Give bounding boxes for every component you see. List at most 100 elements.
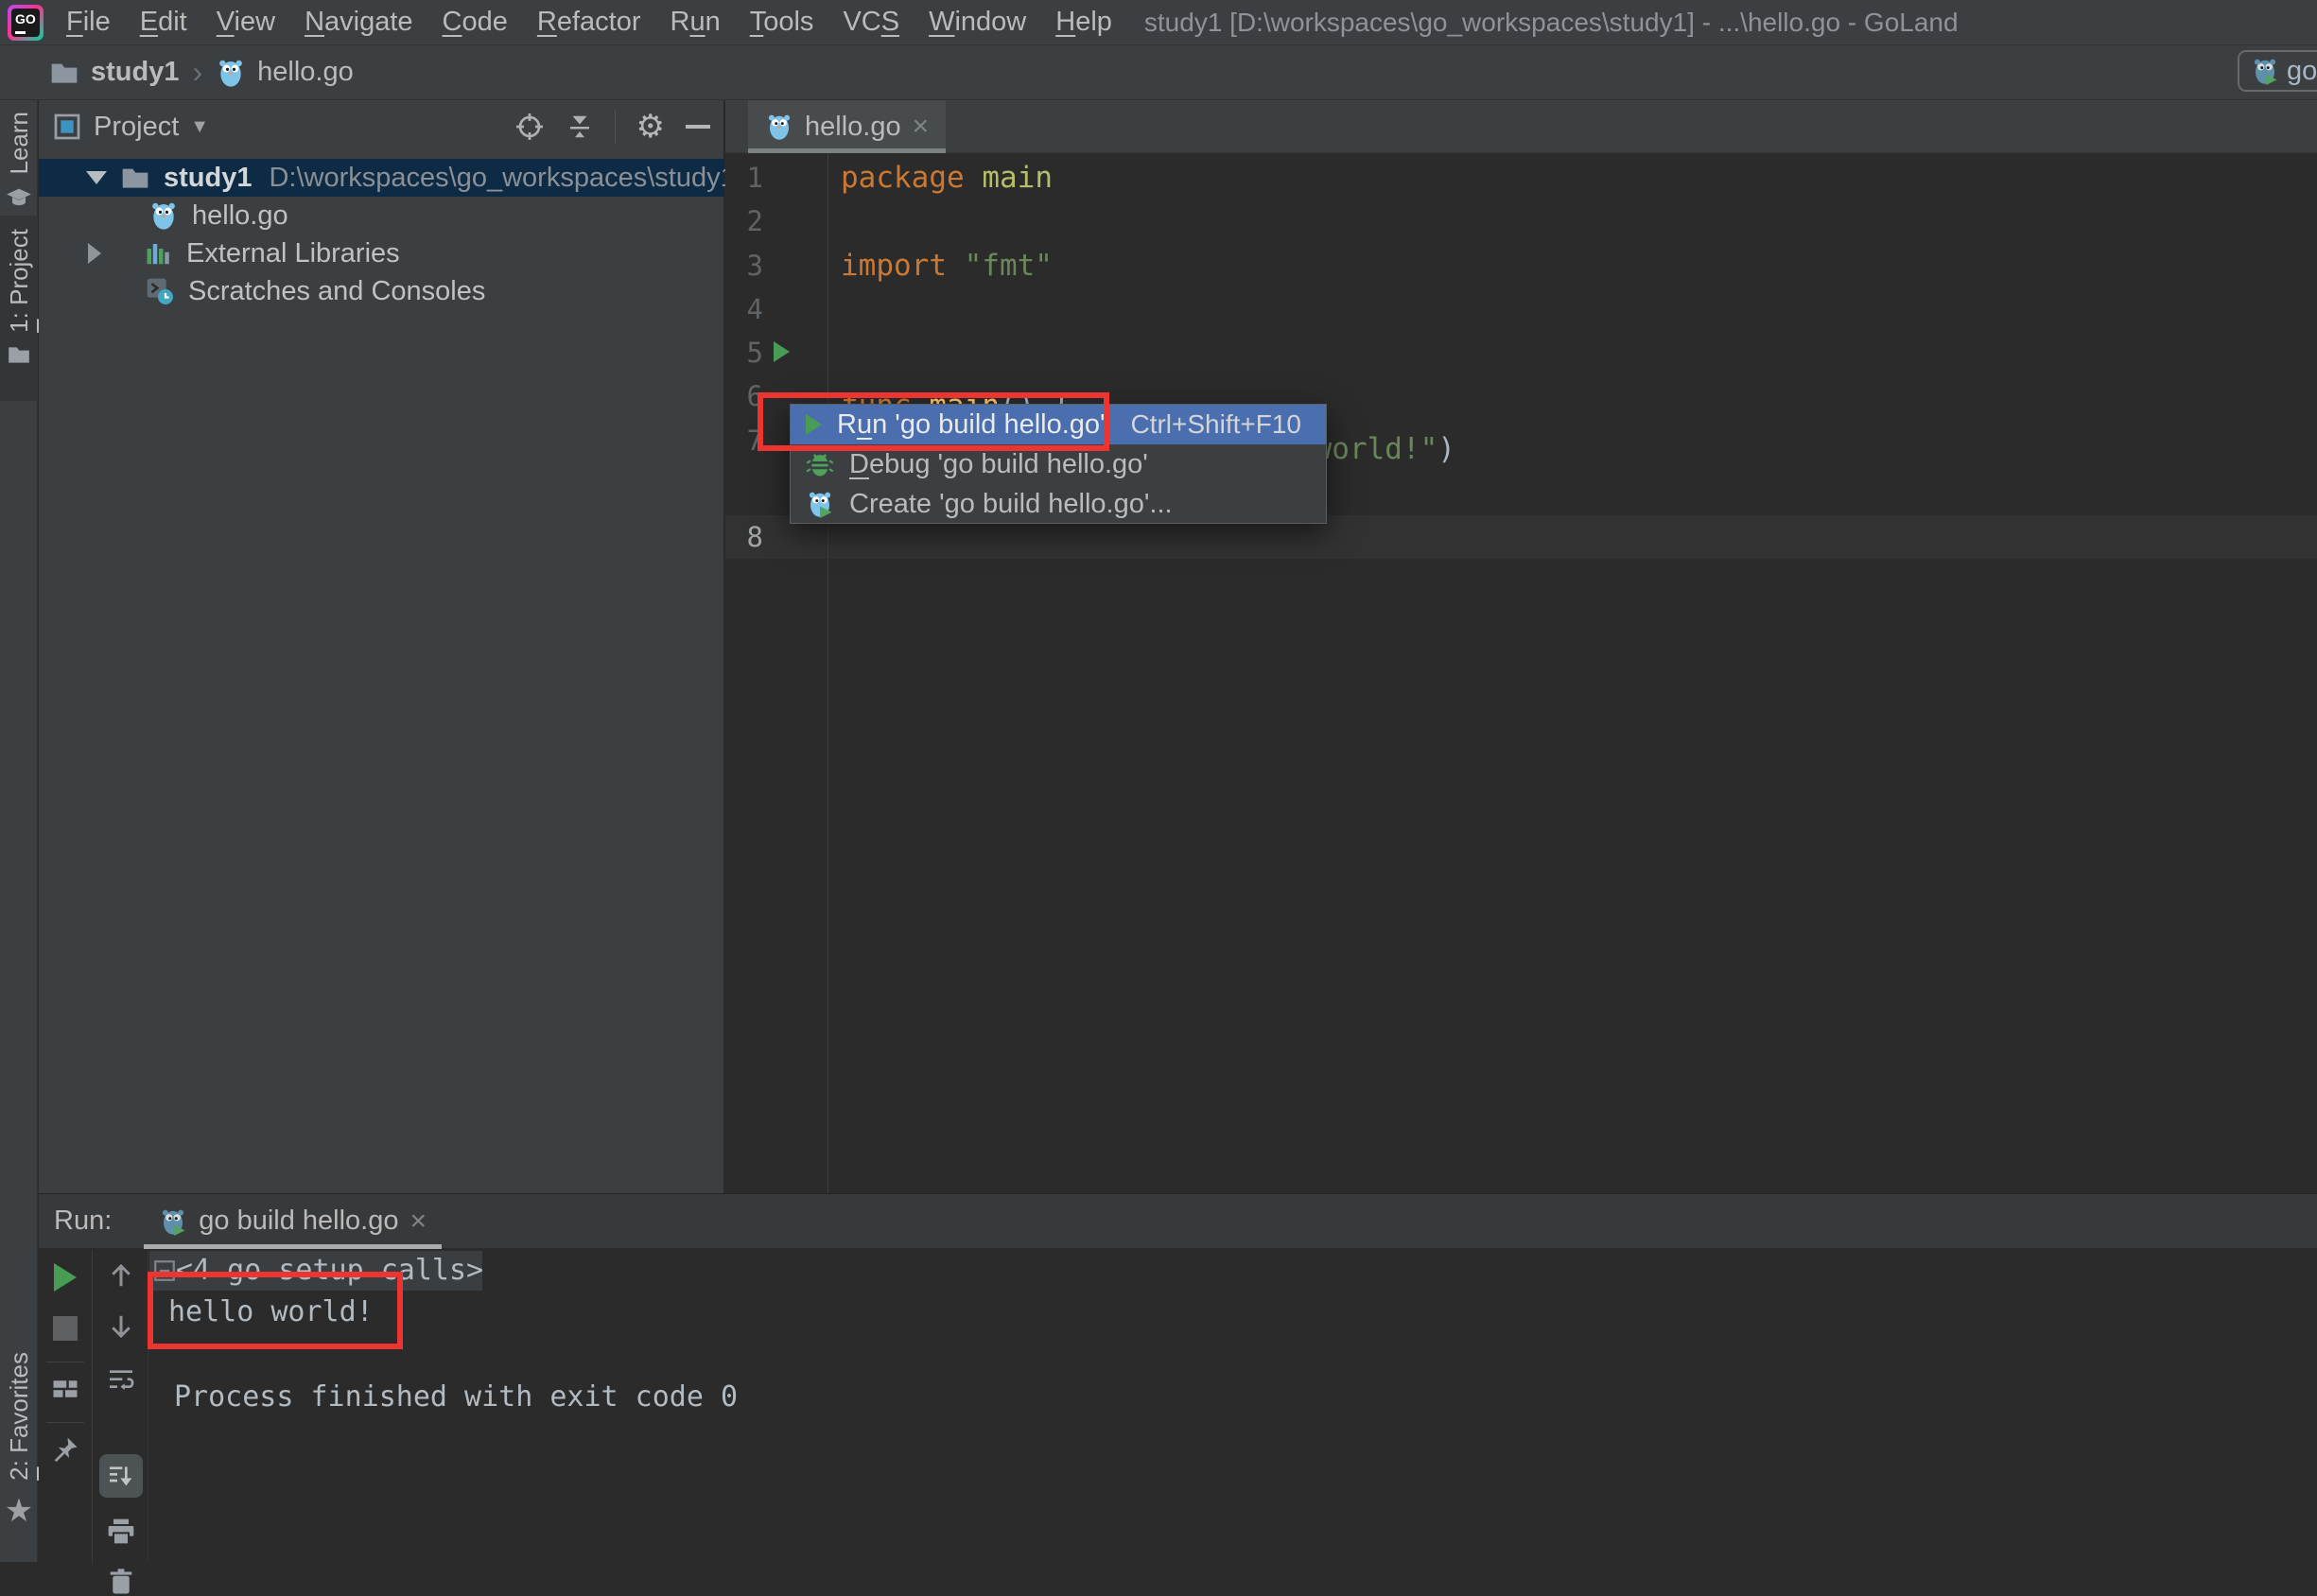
tree-file-label: hello.go: [192, 200, 288, 231]
up-stack-trace-icon[interactable]: [107, 1261, 135, 1290]
print-icon[interactable]: [106, 1517, 136, 1547]
hide-panel-icon[interactable]: [686, 125, 710, 129]
breadcrumb-project[interactable]: study1: [91, 57, 179, 88]
breadcrumb-file[interactable]: hello.go: [257, 57, 354, 88]
console-toolbar: [94, 1250, 148, 1594]
tab-label: hello.go: [805, 111, 901, 142]
menu-code[interactable]: Code: [443, 7, 508, 38]
debug-item-label: Debug 'go build hello.go': [849, 448, 1148, 479]
run-item-shortcut: Ctrl+Shift+F10: [1130, 409, 1301, 439]
line-number: 3: [746, 250, 763, 282]
run-tab-gopher-icon: [159, 1207, 187, 1236]
run-tab-go-build[interactable]: go build hello.go ×: [144, 1194, 443, 1249]
menu-file[interactable]: File: [66, 7, 111, 38]
down-stack-trace-icon[interactable]: [107, 1312, 135, 1341]
goland-logo-icon[interactable]: GO: [8, 4, 44, 41]
tree-row-external-libraries[interactable]: External Libraries: [39, 234, 724, 272]
tab-selected-underline: [748, 148, 947, 153]
folder-icon: [7, 342, 31, 367]
main-menu-bar: GO File Edit View Navigate Code Refactor…: [0, 0, 2317, 45]
annotation-box-output: [148, 1272, 403, 1349]
clear-all-trash-icon[interactable]: [107, 1568, 135, 1596]
code-line-3: import "fmt": [841, 249, 1053, 283]
menu-vcs[interactable]: VCS: [843, 7, 899, 38]
tree-root-name: study1: [164, 162, 253, 193]
context-menu-create-item[interactable]: Create 'go build hello.go'...: [791, 484, 1326, 524]
scratches-icon: [145, 276, 175, 306]
library-bars-icon: [145, 239, 173, 268]
menu-refactor[interactable]: Refactor: [537, 7, 641, 38]
stripe-button-project[interactable]: 1: Project: [0, 216, 38, 401]
breadcrumb-chevron-icon: ›: [192, 55, 203, 89]
run-tool-window: Run: go build hello.go × <4 go setup cal…: [39, 1193, 2317, 1594]
menu-navigate[interactable]: Navigate: [305, 7, 412, 38]
project-panel-title[interactable]: Project: [94, 112, 179, 143]
gopher-file-icon: [765, 113, 793, 141]
project-tool-icon: [52, 112, 82, 142]
project-tool-window: Project ▼ ⚙ study1 D:\workspaces\go_work…: [39, 100, 736, 1193]
toolbar-separator: [614, 110, 616, 144]
locate-file-icon[interactable]: [514, 112, 545, 142]
run-panel-main-toolbar: [39, 1250, 93, 1563]
restore-layout-icon[interactable]: [51, 1375, 79, 1403]
menu-edit[interactable]: Edit: [140, 7, 187, 38]
folder-icon: [120, 163, 150, 193]
editor-tab-bar: hello.go ×: [725, 100, 2317, 153]
menu-tools[interactable]: Tools: [750, 7, 814, 38]
run-tab-selected-underline: [144, 1243, 443, 1249]
line-number: 5: [746, 337, 763, 369]
run-tab-close-icon[interactable]: ×: [410, 1206, 427, 1238]
code-line-1: package main: [841, 161, 1053, 195]
menu-view[interactable]: View: [217, 7, 275, 38]
soft-wrap-icon[interactable]: [106, 1365, 136, 1396]
navigation-bar: study1 › hello.go go: [0, 45, 2317, 100]
tree-root-path: D:\workspaces\go_workspaces\study1: [269, 162, 736, 193]
tab-close-icon[interactable]: ×: [913, 111, 930, 143]
tree-row-root-study1[interactable]: study1 D:\workspaces\go_workspaces\study…: [39, 159, 736, 197]
scroll-to-end-icon[interactable]: [106, 1462, 136, 1492]
stripe-button-favorites[interactable]: 2: Favorites ★: [0, 1352, 38, 1551]
folder-icon: [49, 58, 79, 88]
settings-gear-icon[interactable]: ⚙: [636, 108, 665, 146]
line-number: 4: [746, 293, 763, 325]
graduation-cap-icon: [6, 184, 32, 211]
tree-expand-arrow-icon[interactable]: [86, 171, 107, 184]
project-stripe-label: 1: Project: [4, 229, 33, 333]
run-gutter-icon[interactable]: [774, 341, 790, 362]
menu-help[interactable]: Help: [1055, 7, 1112, 38]
tree-scratches-label: Scratches and Consoles: [188, 275, 486, 306]
star-icon: ★: [4, 1492, 34, 1529]
project-panel-header: Project ▼ ⚙: [39, 100, 723, 153]
gopher-file-icon: [216, 58, 246, 88]
menu-items: File Edit View Navigate Code Refactor Ru…: [66, 7, 1112, 38]
menu-run[interactable]: Run: [671, 7, 721, 38]
collapse-all-icon[interactable]: [566, 112, 594, 142]
project-panel-toolbar: ⚙: [514, 100, 710, 153]
toolbar-separator: [46, 1422, 84, 1423]
menu-window[interactable]: Window: [929, 7, 1026, 38]
tree-row-hello-go[interactable]: hello.go: [39, 197, 724, 234]
tree-row-scratches[interactable]: Scratches and Consoles: [39, 272, 724, 310]
tree-external-libraries-label: External Libraries: [186, 237, 400, 269]
line-number-current: 8: [746, 521, 763, 553]
stripe-button-learn[interactable]: Learn: [0, 112, 38, 219]
run-config-gopher-icon: [2251, 57, 2279, 85]
editor-body[interactable]: 1 2 3 4 5 6 7 8 package main import "fmt…: [725, 154, 2317, 1193]
run-configuration-selector[interactable]: go: [2238, 50, 2317, 92]
run-tab-label: go build hello.go: [199, 1206, 399, 1236]
rerun-play-icon[interactable]: [54, 1263, 77, 1292]
editor-tab-hello-go[interactable]: hello.go ×: [748, 100, 947, 153]
console-exit-line: Process finished with exit code 0: [174, 1380, 739, 1414]
left-tool-window-stripe: Learn 1: Project 2: Favorites ★: [0, 100, 38, 1562]
chevron-down-icon[interactable]: ▼: [190, 116, 209, 138]
gopher-file-icon: [148, 200, 179, 231]
tree-collapse-arrow-icon[interactable]: [88, 243, 101, 264]
annotation-box-run-item: [758, 392, 1109, 451]
run-console[interactable]: <4 go setup calls> hello world! Process …: [148, 1250, 2317, 1563]
line-number: 1: [746, 162, 763, 194]
create-gopher-icon: [806, 490, 834, 518]
debug-bug-icon: [806, 450, 834, 478]
learn-label: Learn: [4, 112, 33, 175]
pin-icon[interactable]: [51, 1435, 79, 1464]
stop-icon[interactable]: [53, 1316, 78, 1341]
